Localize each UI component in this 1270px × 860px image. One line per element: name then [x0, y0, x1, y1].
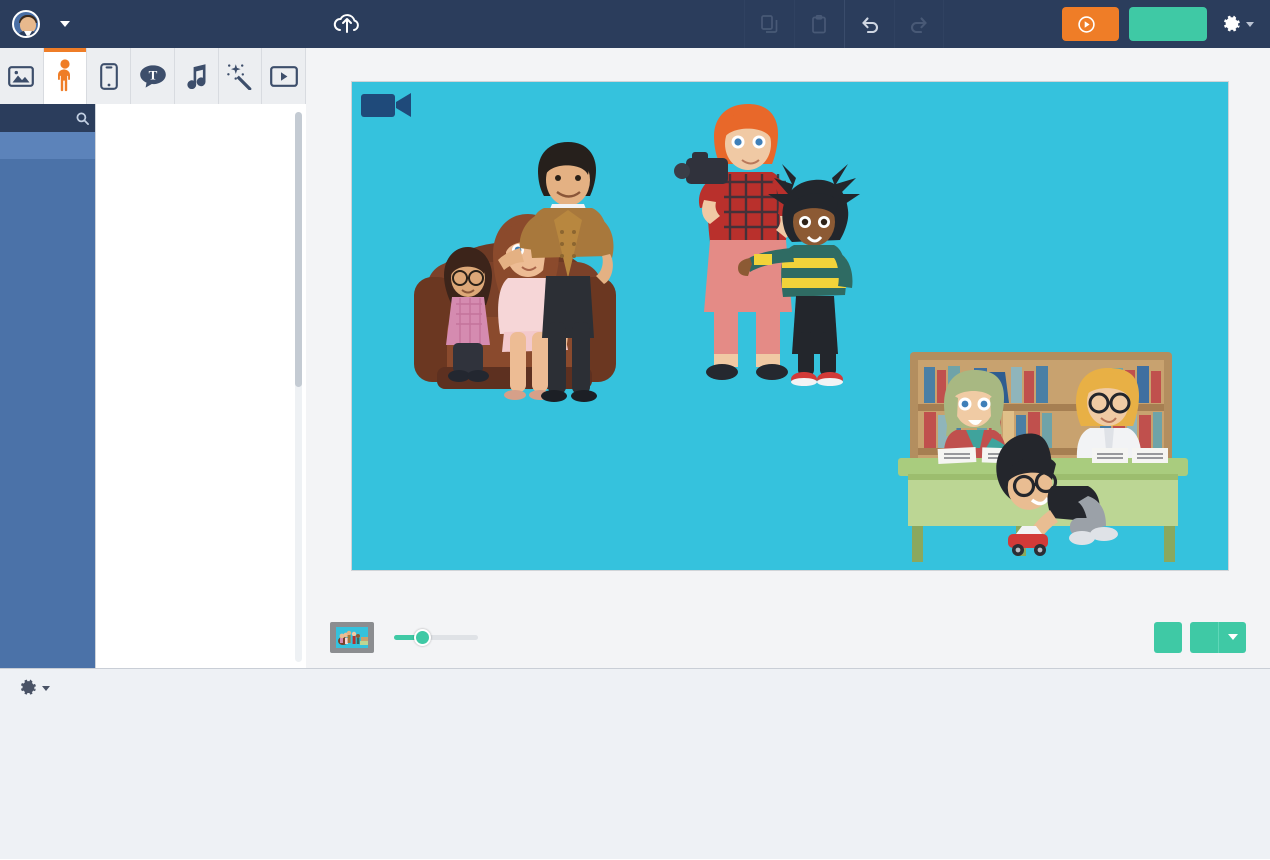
category-jobs-and-work[interactable]	[0, 186, 95, 213]
search-input[interactable]	[6, 112, 70, 124]
image-icon	[8, 65, 35, 87]
character-grid-scrollbar[interactable]	[295, 112, 302, 662]
preview-button[interactable]	[1062, 7, 1119, 41]
tab-text[interactable]: T	[131, 48, 175, 104]
chevron-down-icon[interactable]	[1246, 21, 1254, 27]
play-circle-icon	[1078, 15, 1095, 33]
tab-backgrounds[interactable]	[0, 48, 44, 104]
add-scene-button[interactable]	[1190, 621, 1218, 653]
timeline-tracks	[0, 707, 1270, 860]
add-scene-dropdown-button[interactable]	[1218, 621, 1246, 653]
copy-button[interactable]	[744, 0, 794, 48]
tab-video[interactable]	[262, 48, 307, 104]
library-tabs: T	[0, 48, 307, 104]
category-list	[0, 132, 95, 240]
zoom-slider-handle[interactable]	[414, 628, 431, 646]
category-custom-characters[interactable]	[0, 132, 95, 159]
magic-wand-icon	[227, 63, 252, 90]
music-note-icon	[187, 64, 206, 89]
person-icon	[58, 59, 71, 92]
svg-text:T: T	[148, 67, 157, 82]
scene-canvas[interactable]	[351, 81, 1229, 571]
undo-button[interactable]	[844, 0, 894, 48]
save-button[interactable]	[1129, 7, 1207, 41]
chevron-down-icon	[1227, 634, 1238, 640]
video-play-icon	[269, 65, 298, 87]
settings-button[interactable]	[1217, 15, 1260, 34]
top-toolbar	[0, 0, 1270, 48]
video-camera-icon[interactable]	[360, 90, 414, 120]
edit-tools	[744, 0, 944, 48]
tab-props[interactable]	[87, 48, 132, 104]
timeline-ruler[interactable]	[70, 669, 1270, 707]
scene-action-buttons	[1154, 621, 1260, 653]
tab-audio[interactable]	[174, 48, 219, 104]
stage-bottom-bar	[306, 606, 1270, 668]
tab-characters[interactable]	[43, 48, 88, 104]
magnifier-icon	[76, 112, 89, 125]
avatar[interactable]	[12, 10, 40, 38]
search-bar[interactable]	[0, 104, 95, 132]
character-grid-container	[95, 104, 306, 668]
tab-effects[interactable]	[218, 48, 263, 104]
scene-settings-button[interactable]	[1154, 621, 1182, 653]
chevron-down-icon[interactable]	[60, 21, 70, 27]
primary-actions	[1062, 7, 1270, 41]
redo-button[interactable]	[894, 0, 944, 48]
scrollbar-thumb[interactable]	[295, 112, 302, 387]
timeline	[0, 668, 1270, 859]
scene-artwork	[352, 82, 1228, 570]
zoom-slider[interactable]	[394, 628, 478, 646]
category-kids[interactable]	[0, 213, 95, 240]
paste-button[interactable]	[794, 0, 844, 48]
gear-icon	[21, 679, 36, 695]
add-scene-group	[1190, 621, 1246, 653]
library-panel: T	[0, 48, 307, 668]
cloud-upload-icon[interactable]	[330, 7, 364, 41]
category-casual[interactable]	[0, 159, 95, 186]
gear-icon	[1224, 15, 1240, 31]
timeline-settings-button[interactable]	[0, 669, 70, 707]
chevron-down-icon	[42, 685, 50, 691]
project-brand[interactable]	[0, 0, 306, 48]
stage-area	[306, 48, 1270, 668]
speech-bubble-text-icon: T	[139, 64, 166, 88]
phone-icon	[99, 62, 118, 90]
scene-preview-thumbnail[interactable]	[330, 621, 374, 653]
